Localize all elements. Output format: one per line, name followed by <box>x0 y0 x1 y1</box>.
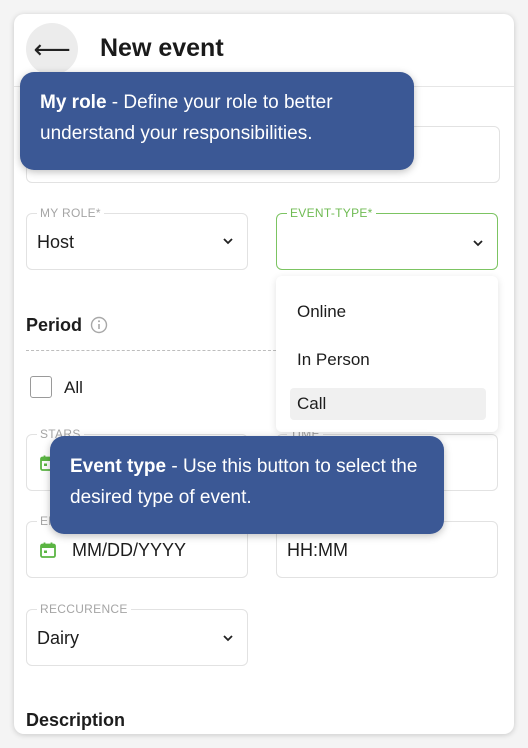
new-event-card: ⟵ New event MY ROLE* Host EVENT-TYPE* Pe… <box>14 14 514 734</box>
event-type-select[interactable]: EVENT-TYPE* <box>276 206 498 270</box>
tooltip-title: My role <box>40 92 107 113</box>
dropdown-option-in-person[interactable]: In Person <box>290 344 486 376</box>
recurrence-value: Dairy <box>37 628 80 648</box>
event-type-dropdown: Online In Person Call <box>276 276 498 432</box>
dropdown-option-call[interactable]: Call <box>290 388 486 420</box>
recurrence-label: RECCURENCE <box>37 602 131 616</box>
calendar-icon <box>40 542 56 558</box>
end-time-placeholder: HH:MM <box>287 540 348 560</box>
event-type-tooltip: Event type - Use this button to select t… <box>50 436 444 534</box>
all-checkbox[interactable] <box>30 376 52 398</box>
my-role-value: Host <box>37 232 75 252</box>
recurrence-select[interactable]: RECCURENCE Dairy <box>26 602 248 666</box>
tooltip-title: Event type <box>70 456 167 477</box>
period-divider <box>26 350 276 351</box>
dropdown-option-online[interactable]: Online <box>290 296 486 328</box>
chevron-down-icon <box>473 240 483 247</box>
my-role-select[interactable]: MY ROLE* Host <box>26 206 248 270</box>
end-date-placeholder: MM/DD/YYYY <box>72 540 187 560</box>
info-icon[interactable] <box>90 316 108 334</box>
chevron-down-icon <box>223 635 233 642</box>
all-checkbox-label: All <box>64 378 83 397</box>
my-role-label: MY ROLE* <box>37 206 104 220</box>
event-type-label: EVENT-TYPE* <box>287 206 376 220</box>
back-button[interactable]: ⟵ <box>26 23 78 75</box>
period-title: Period <box>26 315 83 335</box>
arrow-left-icon: ⟵ <box>33 33 71 64</box>
description-title: Description <box>26 710 126 730</box>
chevron-down-icon <box>223 238 233 245</box>
page-title: New event <box>100 34 224 62</box>
my-role-tooltip: My role - Define your role to better und… <box>20 72 414 170</box>
